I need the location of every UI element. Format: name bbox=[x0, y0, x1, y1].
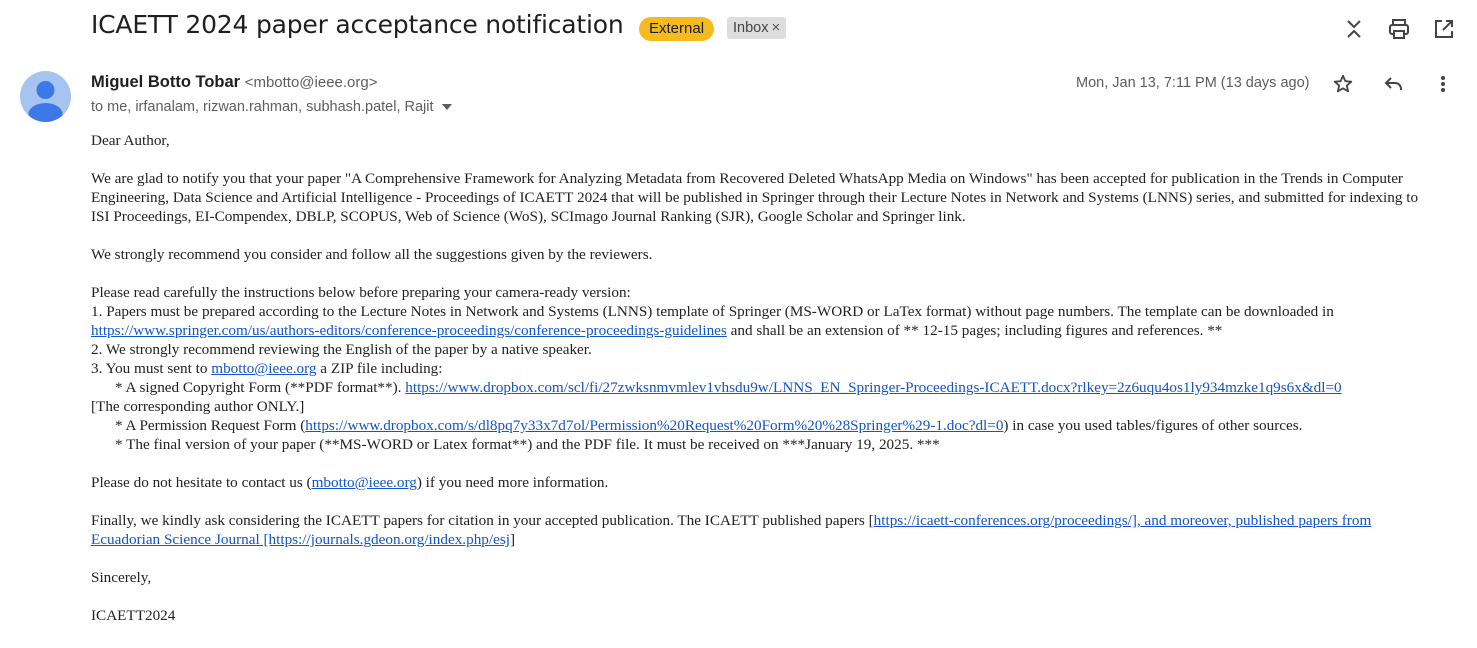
copyright-form-text: * A signed Copyright Form (**PDF format*… bbox=[115, 379, 406, 396]
contact-email-link[interactable]: mbotto@ieee.org bbox=[211, 360, 316, 377]
sender-avatar[interactable] bbox=[20, 71, 71, 122]
show-details-dropdown-icon[interactable] bbox=[441, 104, 452, 111]
email-body: Dear Author, We are glad to notify you t… bbox=[91, 131, 1436, 625]
citation-text: Finally, we kindly ask considering the I… bbox=[91, 512, 874, 529]
remove-label-button[interactable]: × bbox=[771, 19, 780, 36]
permission-form-tail: ) in case you used tables/figures of oth… bbox=[1003, 417, 1303, 434]
inbox-label-badge: Inbox × bbox=[727, 17, 787, 39]
permission-form-item: * A Permission Request Form (https://www… bbox=[91, 416, 1436, 435]
message-date: Mon, Jan 13, 7:11 PM (13 days ago) bbox=[1076, 75, 1310, 91]
star-icon[interactable] bbox=[1333, 74, 1353, 94]
contact-email-link-2[interactable]: mbotto@ieee.org bbox=[312, 474, 417, 491]
closing: Sincerely, bbox=[91, 569, 152, 586]
contact-tail: ) if you need more information. bbox=[416, 474, 609, 491]
springer-guidelines-link[interactable]: https://www.springer.com/us/authors-edit… bbox=[91, 322, 727, 339]
instruction-item-1-text: 1. Papers must be prepared according to … bbox=[91, 303, 1334, 320]
inbox-label-text: Inbox bbox=[733, 20, 769, 36]
external-label-badge: External bbox=[639, 17, 715, 41]
final-version-item: * The final version of your paper (**MS-… bbox=[115, 436, 940, 453]
instruction-item-3-tail: a ZIP file including: bbox=[316, 360, 443, 377]
open-in-new-window-icon[interactable] bbox=[1433, 18, 1455, 40]
reply-icon[interactable] bbox=[1383, 74, 1403, 94]
recommendation-paragraph: We strongly recommend you consider and f… bbox=[91, 246, 653, 263]
instructions-intro: Please read carefully the instructions b… bbox=[91, 284, 631, 301]
permission-form-link[interactable]: https://www.dropbox.com/s/dl8pq7y33x7d7o… bbox=[305, 417, 1003, 434]
instruction-item-1: 1. Papers must be prepared according to … bbox=[91, 302, 1436, 340]
contact-text: Please do not hesitate to contact us ( bbox=[91, 474, 312, 491]
recipients-text: to me, irfanalam, rizwan.rahman, subhash… bbox=[91, 99, 434, 115]
email-subject: ICAETT 2024 paper acceptance notificatio… bbox=[91, 10, 624, 39]
recipients-line: to me, irfanalam, rizwan.rahman, subhash… bbox=[91, 99, 452, 115]
permission-form-text: * A Permission Request Form ( bbox=[115, 417, 306, 434]
citation-tail: ] bbox=[509, 531, 516, 548]
sender-email: <mbotto@ieee.org> bbox=[244, 74, 378, 91]
instruction-item-3: 3. You must sent to mbotto@ieee.org a ZI… bbox=[91, 359, 1436, 378]
instruction-item-3-text: 3. You must sent to bbox=[91, 360, 212, 377]
copyright-form-note: [The corresponding author ONLY.] bbox=[91, 398, 305, 415]
more-vert-icon[interactable] bbox=[1433, 74, 1453, 94]
instruction-item-2: 2. We strongly recommend reviewing the E… bbox=[91, 341, 592, 358]
sender-line: Miguel Botto Tobar <mbotto@ieee.org> bbox=[91, 73, 378, 92]
acceptance-paragraph: We are glad to notify you that your pape… bbox=[91, 170, 1419, 225]
contact-paragraph: Please do not hesitate to contact us (mb… bbox=[91, 473, 1436, 492]
copyright-form-link[interactable]: https://www.dropbox.com/scl/fi/27zwksnmv… bbox=[405, 379, 1341, 396]
sender-name[interactable]: Miguel Botto Tobar bbox=[91, 73, 240, 91]
expand-collapse-icon[interactable] bbox=[1343, 18, 1365, 40]
citation-paragraph: Finally, we kindly ask considering the I… bbox=[91, 511, 1436, 549]
person-icon bbox=[28, 81, 63, 122]
signature: ICAETT2024 bbox=[91, 607, 176, 624]
print-icon[interactable] bbox=[1388, 18, 1410, 40]
instruction-item-1-tail: and shall be an extension of ** 12-15 pa… bbox=[726, 322, 1223, 339]
greeting: Dear Author, bbox=[91, 132, 170, 149]
copyright-form-item: * A signed Copyright Form (**PDF format*… bbox=[91, 378, 1436, 397]
